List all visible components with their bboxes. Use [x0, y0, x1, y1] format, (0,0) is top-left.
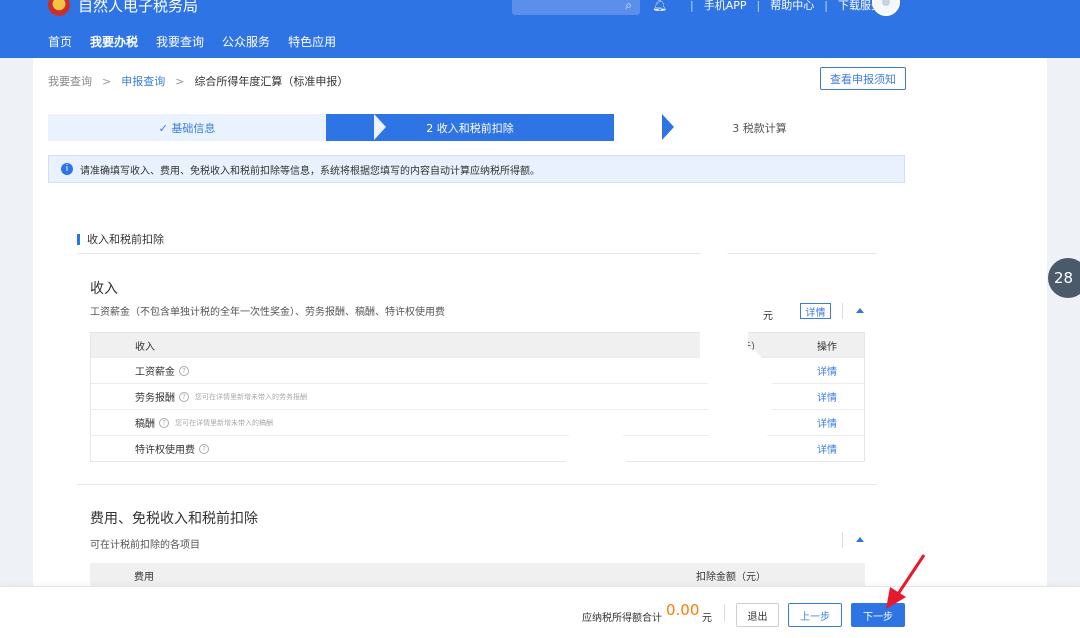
- total-value: 0.00: [666, 601, 700, 619]
- income-name: 特许权使用费: [135, 445, 195, 456]
- site-brand[interactable]: 自然人电子税务局: [48, 0, 198, 16]
- row-label: 稿酬? 您可在详情里新增未带入的稿酬: [91, 415, 711, 430]
- income-heading: 收入: [90, 281, 118, 297]
- detail-link[interactable]: 详情: [801, 363, 861, 378]
- nav-featured[interactable]: 特色应用: [288, 33, 336, 50]
- view-notice-button[interactable]: 查看申报须知: [820, 67, 906, 90]
- nav-query[interactable]: 我要查询: [156, 33, 204, 50]
- search-icon[interactable]: ⌕: [625, 0, 632, 11]
- step-income-deductions: 2 收入和税前扣除: [326, 114, 614, 141]
- redaction: [664, 515, 776, 559]
- site-name: 自然人电子税务局: [78, 0, 199, 15]
- detail-link[interactable]: 详情: [801, 389, 861, 404]
- breadcrumb-separator: >: [102, 74, 112, 88]
- tax-emblem-icon: [48, 0, 70, 16]
- step-label: 2 收入和税前扣除: [426, 121, 514, 135]
- col-fee: 费用: [134, 571, 154, 583]
- info-text: 请准确填写收入、费用、免税收入和税前扣除等信息，系统将根据您填写的内容自动计算应…: [80, 165, 540, 177]
- step-arrow: [662, 114, 674, 140]
- annotation-arrow-icon: [886, 554, 926, 609]
- timer-badge[interactable]: 28: [1048, 258, 1080, 298]
- redaction: [748, 360, 772, 438]
- link-separator: |: [690, 0, 694, 12]
- collapse-icon[interactable]: [856, 537, 864, 542]
- step-label: ✓ 基础信息: [158, 121, 216, 135]
- divider: [77, 253, 877, 254]
- top-links: | 手机APP | 帮助中心 | 下载服务: [680, 0, 882, 13]
- progress-steps: ✓ 基础信息 2 收入和税前扣除 3 税款计算: [48, 114, 905, 141]
- redaction: [680, 252, 748, 326]
- total-unit: 元: [702, 613, 712, 624]
- income-detail-button[interactable]: 详情: [800, 303, 831, 319]
- divider: [724, 604, 725, 622]
- nav-tax-handling[interactable]: 我要办税: [90, 33, 138, 50]
- help-icon[interactable]: ?: [199, 443, 209, 454]
- income-name: 工资薪金: [135, 367, 175, 378]
- fees-table-header: 费用 扣除金额（元）: [90, 563, 865, 587]
- divider: [842, 303, 843, 319]
- main-nav: 首页 我要办税 我要查询 公众服务 特色应用: [48, 33, 354, 50]
- nav-home[interactable]: 首页: [48, 33, 72, 50]
- step-basic-info[interactable]: ✓ 基础信息: [48, 114, 326, 141]
- section-title: 收入和税前扣除: [77, 234, 164, 245]
- step-tax-calculation: 3 税款计算: [614, 114, 905, 141]
- help-icon[interactable]: ?: [179, 391, 189, 402]
- detail-link[interactable]: 详情: [801, 441, 861, 456]
- collapse-icon[interactable]: [856, 308, 864, 313]
- breadcrumb-query[interactable]: 我要查询: [48, 73, 92, 89]
- link-separator: |: [756, 0, 761, 12]
- breadcrumb-declaration-query[interactable]: 申报查询: [121, 73, 165, 89]
- link-separator: |: [824, 0, 828, 12]
- help-icon[interactable]: ?: [159, 417, 169, 428]
- link-mobile-app[interactable]: 手机APP: [704, 0, 747, 13]
- fees-heading: 费用、免税收入和税前扣除: [90, 511, 258, 527]
- previous-step-button[interactable]: 上一步: [788, 603, 842, 627]
- row-label: 工资薪金?: [91, 363, 711, 378]
- col-deduction-amount: 扣除金额（元）: [696, 571, 766, 583]
- bell-icon[interactable]: 🔔︎: [652, 0, 667, 13]
- info-icon: i: [61, 163, 73, 175]
- income-unit: 元: [763, 311, 773, 322]
- divider: [77, 484, 877, 485]
- income-name: 劳务报酬: [135, 393, 175, 404]
- breadcrumb: 我要查询 > 申报查询 > 综合所得年度汇算（标准申报）: [48, 73, 348, 89]
- breadcrumb-separator: >: [175, 74, 185, 88]
- redaction: [566, 426, 626, 480]
- step-label: 3 税款计算: [732, 121, 787, 135]
- row-hint: 您可在详情里新增未带入的稿酬: [175, 418, 273, 427]
- col-action: 操作: [817, 341, 837, 353]
- income-subtitle: 工资薪金（不包含单独计税的全年一次性奖金）、劳务报酬、稿酬、特许权使用费: [90, 307, 445, 318]
- avatar[interactable]: [872, 0, 900, 16]
- row-label: 劳务报酬? 您可在详情里新增未带入的劳务报酬: [91, 389, 711, 404]
- exit-button[interactable]: 退出: [736, 603, 779, 627]
- income-name: 稿酬: [135, 419, 155, 430]
- search-input[interactable]: ⌕: [512, 0, 640, 15]
- nav-public-service[interactable]: 公众服务: [222, 33, 270, 50]
- help-icon[interactable]: ?: [179, 365, 189, 376]
- total-label: 应纳税所得额合计: [582, 613, 662, 624]
- breadcrumb-current: 综合所得年度汇算（标准申报）: [194, 75, 349, 88]
- detail-link[interactable]: 详情: [801, 415, 861, 430]
- info-banner: i 请准确填写收入、费用、免税收入和税前扣除等信息，系统将根据您填写的内容自动计…: [48, 155, 905, 183]
- top-header: 自然人电子税务局 ⌕ 🔔︎ | 手机APP | 帮助中心 | 下载服务 首页 我…: [0, 0, 1080, 58]
- divider: [842, 532, 843, 548]
- row-hint: 您可在详情里新增未带入的劳务报酬: [195, 392, 307, 401]
- step-arrow: [374, 114, 386, 140]
- col-income: 收入: [135, 341, 155, 353]
- fees-subtitle: 可在计税前扣除的各项目: [90, 540, 200, 551]
- link-help-center[interactable]: 帮助中心: [770, 0, 814, 13]
